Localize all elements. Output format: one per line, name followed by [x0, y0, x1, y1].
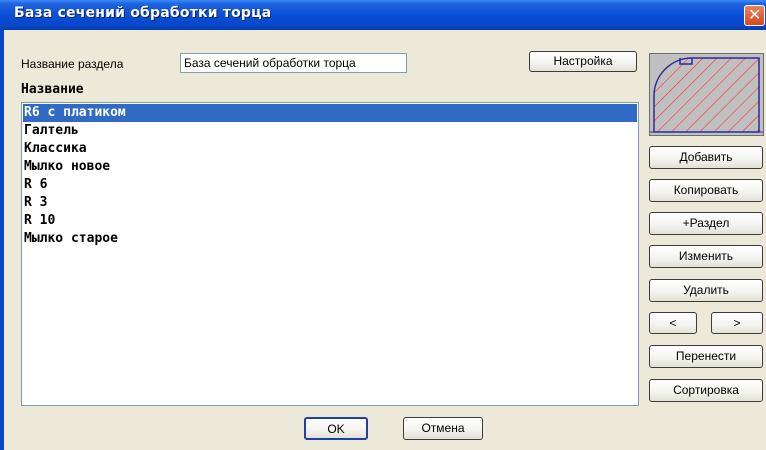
ok-button-label: OK — [327, 422, 345, 436]
section-name-field[interactable]: База сечений обработки торца — [180, 53, 407, 73]
window-title: База сечений обработки торца — [14, 5, 272, 21]
add-section-button-label: +Раздел — [682, 216, 730, 230]
close-icon: ✕ — [748, 5, 762, 24]
list-column-header: Название — [21, 82, 84, 97]
copy-button[interactable]: Копировать — [649, 179, 763, 202]
edit-button[interactable]: Изменить — [649, 245, 763, 268]
add-button-label: Добавить — [679, 150, 733, 164]
add-button[interactable]: Добавить — [649, 146, 763, 169]
add-section-button[interactable]: +Раздел — [649, 212, 763, 235]
move-button-label: Перенести — [675, 349, 737, 363]
list-item[interactable]: R6 с платиком — [23, 104, 637, 122]
sections-list[interactable]: R6 с платиком Галтель Классика Мылко нов… — [21, 102, 639, 406]
list-item[interactable]: R 6 — [23, 176, 637, 194]
title-bar[interactable]: База сечений обработки торца ✕ — [0, 0, 766, 30]
delete-button-label: Удалить — [683, 283, 729, 297]
section-name-label: Название раздела — [21, 57, 124, 71]
list-item[interactable]: Классика — [23, 140, 637, 158]
move-button[interactable]: Перенести — [649, 345, 763, 368]
copy-button-label: Копировать — [673, 183, 739, 197]
profile-preview-drawing — [650, 54, 763, 135]
list-item[interactable]: R 3 — [23, 194, 637, 212]
ok-button[interactable]: OK — [304, 417, 368, 440]
cancel-button[interactable]: Отмена — [403, 417, 483, 440]
delete-button[interactable]: Удалить — [649, 279, 763, 302]
window-frame-left — [0, 30, 4, 450]
list-item[interactable]: Мылко новое — [23, 158, 637, 176]
cancel-button-label: Отмена — [421, 421, 465, 435]
profile-preview — [649, 53, 764, 136]
list-item[interactable]: Мылко старое — [23, 230, 637, 248]
list-item[interactable]: Галтель — [23, 122, 637, 140]
chevron-left-icon: < — [669, 316, 677, 330]
prev-button[interactable]: < — [649, 312, 697, 334]
list-item[interactable]: R 10 — [23, 212, 637, 230]
sort-button-label: Сортировка — [673, 383, 739, 397]
settings-button-label: Настройка — [553, 54, 613, 68]
settings-button[interactable]: Настройка — [529, 51, 637, 72]
chevron-right-icon: > — [733, 316, 741, 330]
sort-button[interactable]: Сортировка — [649, 379, 763, 402]
dialog-window: База сечений обработки торца ✕ Название … — [0, 0, 766, 450]
close-button[interactable]: ✕ — [744, 5, 765, 26]
edit-button-label: Изменить — [678, 249, 734, 263]
next-button[interactable]: > — [711, 312, 763, 334]
